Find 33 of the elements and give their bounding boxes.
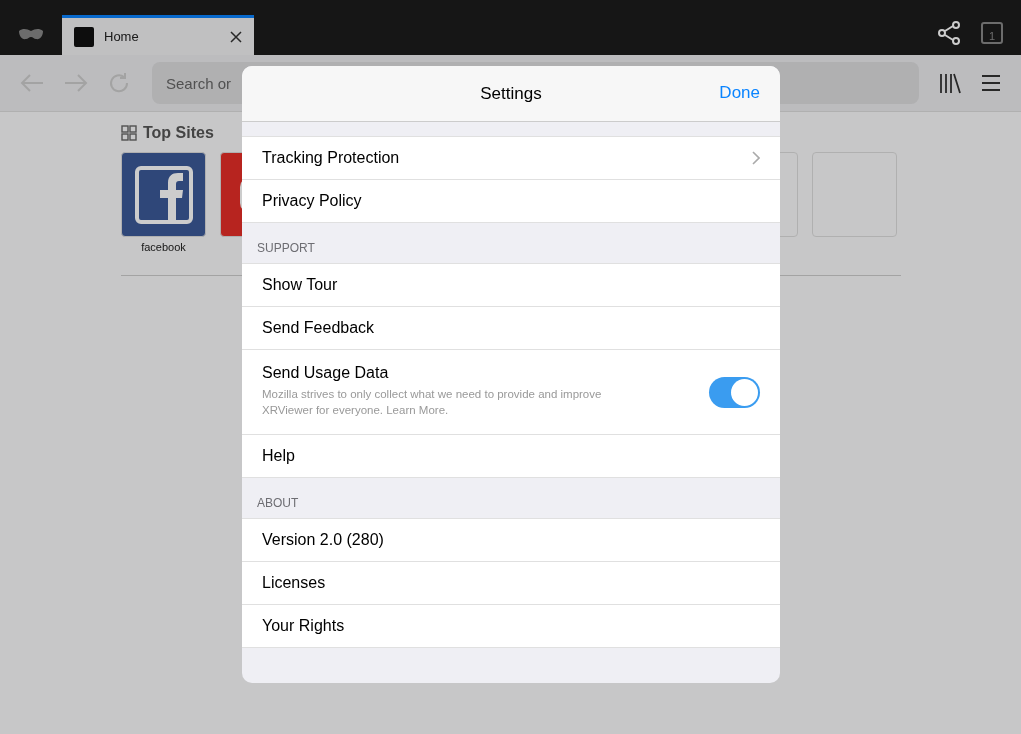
site-tile[interactable] [121, 152, 206, 237]
menu-icon [981, 74, 1001, 92]
row-label: Tracking Protection [262, 149, 401, 167]
dialog-title: Settings [480, 83, 542, 104]
forward-icon [64, 73, 88, 93]
row-label: Send Usage Data [262, 364, 390, 382]
row-label: Show Tour [262, 276, 339, 294]
tab-title: Home [104, 29, 140, 44]
toggle-switch[interactable] [709, 376, 760, 408]
back-icon [20, 73, 44, 93]
share-icon [937, 21, 961, 45]
tabs-button[interactable]: 1 [981, 22, 1003, 44]
browser-tab[interactable]: Home [62, 15, 254, 55]
reload-icon [108, 72, 130, 94]
close-icon [230, 30, 242, 43]
grid-icon [121, 125, 137, 141]
mask-icon [19, 27, 43, 40]
section-header: ABOUT [257, 496, 299, 510]
row-label: Send Feedback [262, 319, 376, 337]
site-tile[interactable] [812, 152, 897, 237]
section-header: SUPPORT [257, 241, 315, 255]
row-label: Privacy Policy [262, 192, 363, 210]
row-label: Help [262, 447, 296, 465]
chevron-icon [752, 151, 760, 165]
favicon [74, 26, 94, 47]
site-label: facebook [141, 241, 186, 253]
f-logo-icon [133, 164, 194, 225]
section-title: Top Sites [143, 124, 214, 142]
row-label: Your Rights [262, 617, 346, 635]
library-icon [939, 72, 961, 94]
row-label: Version 2.0 (280) [262, 531, 385, 549]
row-label: Licenses [262, 574, 327, 592]
row-description: Mozilla strives to only collect what we need to provide and improve XRViewer for everyone. Learn More. [262, 387, 603, 418]
